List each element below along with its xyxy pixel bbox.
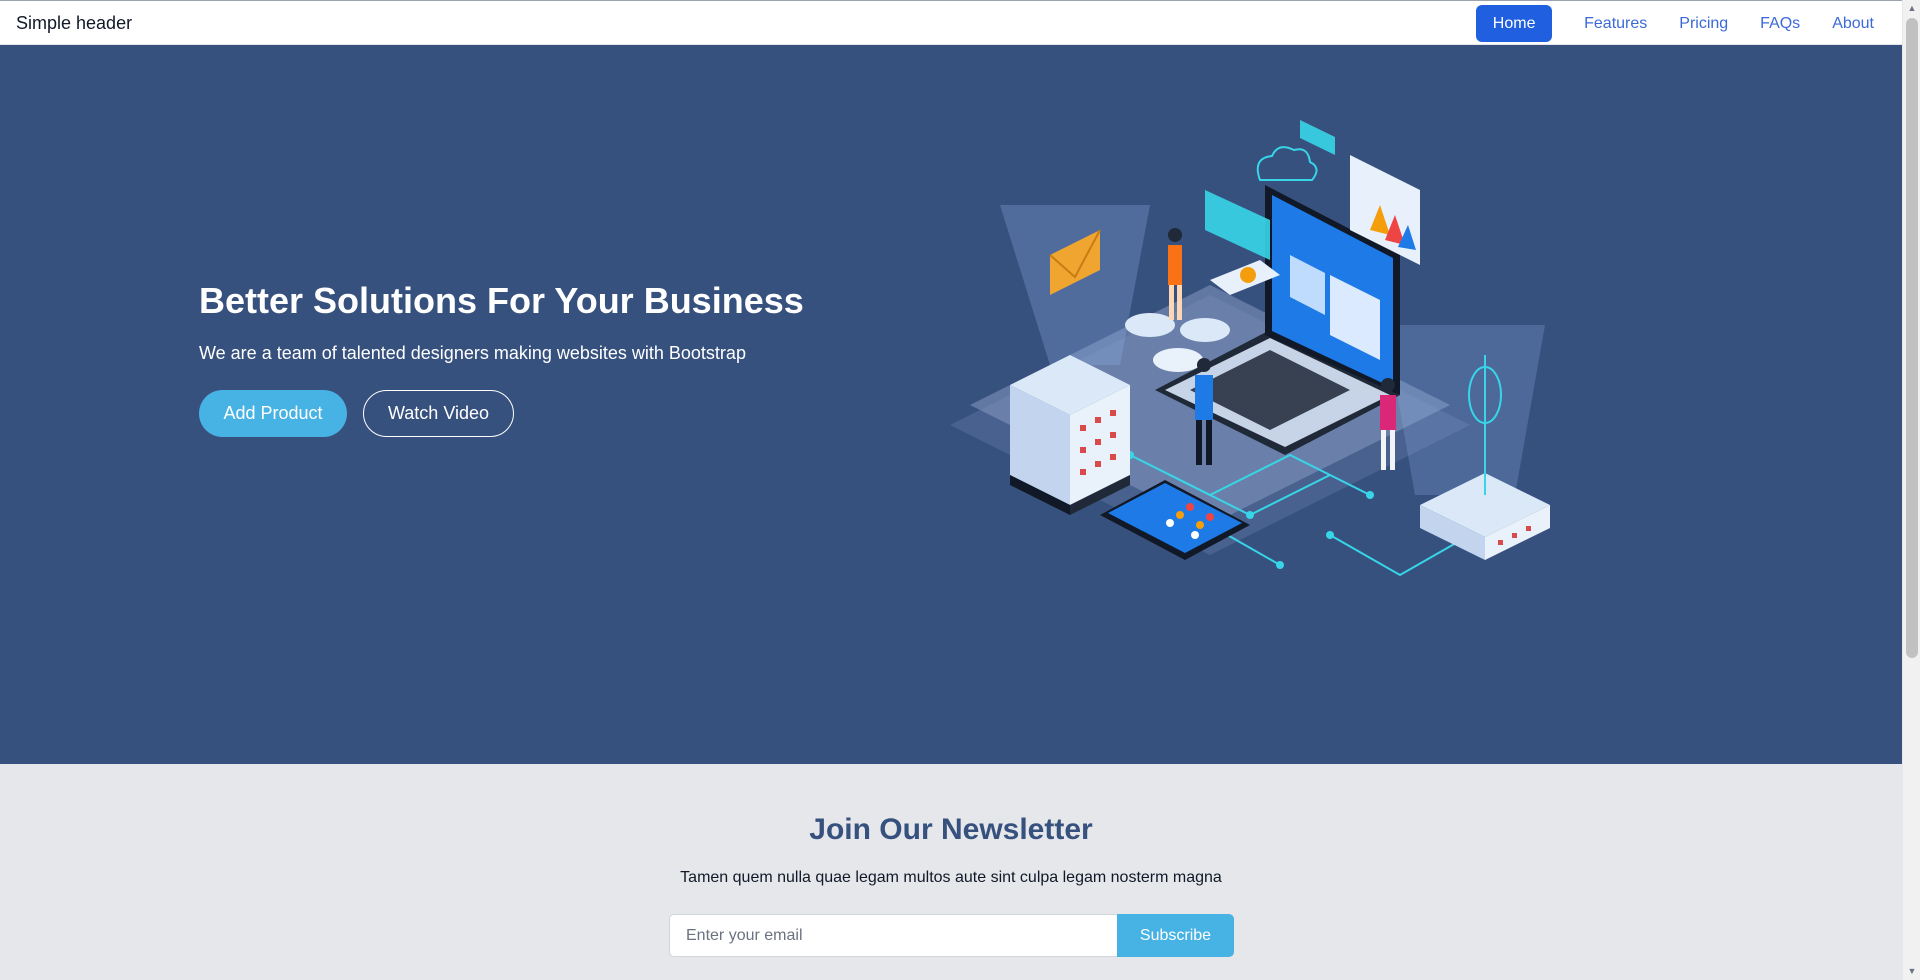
scroll-thumb[interactable] <box>1906 18 1918 658</box>
watch-video-button[interactable]: Watch Video <box>363 390 514 437</box>
hero-illustration <box>950 120 1550 577</box>
email-input[interactable] <box>669 914 1117 957</box>
nav-features[interactable]: Features <box>1568 5 1663 42</box>
hero-subtitle: We are a team of talented designers maki… <box>199 343 746 363</box>
nav-home[interactable]: Home <box>1476 5 1553 42</box>
nav-faqs[interactable]: FAQs <box>1744 5 1816 42</box>
cloud-icon <box>1256 146 1318 181</box>
light-beam-right <box>1385 325 1545 495</box>
newsletter-title: Join Our Newsletter <box>809 813 1093 846</box>
subscribe-button[interactable]: Subscribe <box>1117 914 1234 957</box>
nav-pricing[interactable]: Pricing <box>1663 5 1744 42</box>
floating-panel-cyan <box>1205 190 1270 260</box>
main-nav: Home Features Pricing FAQs About <box>1476 5 1890 42</box>
brand-logo[interactable]: Simple header <box>16 13 132 34</box>
newsletter-section: Join Our Newsletter Tamen quem nulla qua… <box>0 764 1902 980</box>
site-header: Simple header Home Features Pricing FAQs… <box>0 0 1902 45</box>
newsletter-form: Subscribe <box>669 914 1234 957</box>
floating-panel-small <box>1300 120 1335 155</box>
add-product-button[interactable]: Add Product <box>199 390 347 437</box>
hero-title: Better Solutions For Your Business <box>199 280 804 321</box>
page-scrollbar[interactable]: ▲ ▼ <box>1902 0 1920 980</box>
scroll-up-arrow-icon[interactable]: ▲ <box>1903 0 1920 17</box>
newsletter-subtitle: Tamen quem nulla quae legam multos aute … <box>680 869 1222 886</box>
server-stack-left <box>1010 355 1130 515</box>
scroll-down-arrow-icon[interactable]: ▼ <box>1903 963 1920 980</box>
nav-about[interactable]: About <box>1816 5 1890 42</box>
